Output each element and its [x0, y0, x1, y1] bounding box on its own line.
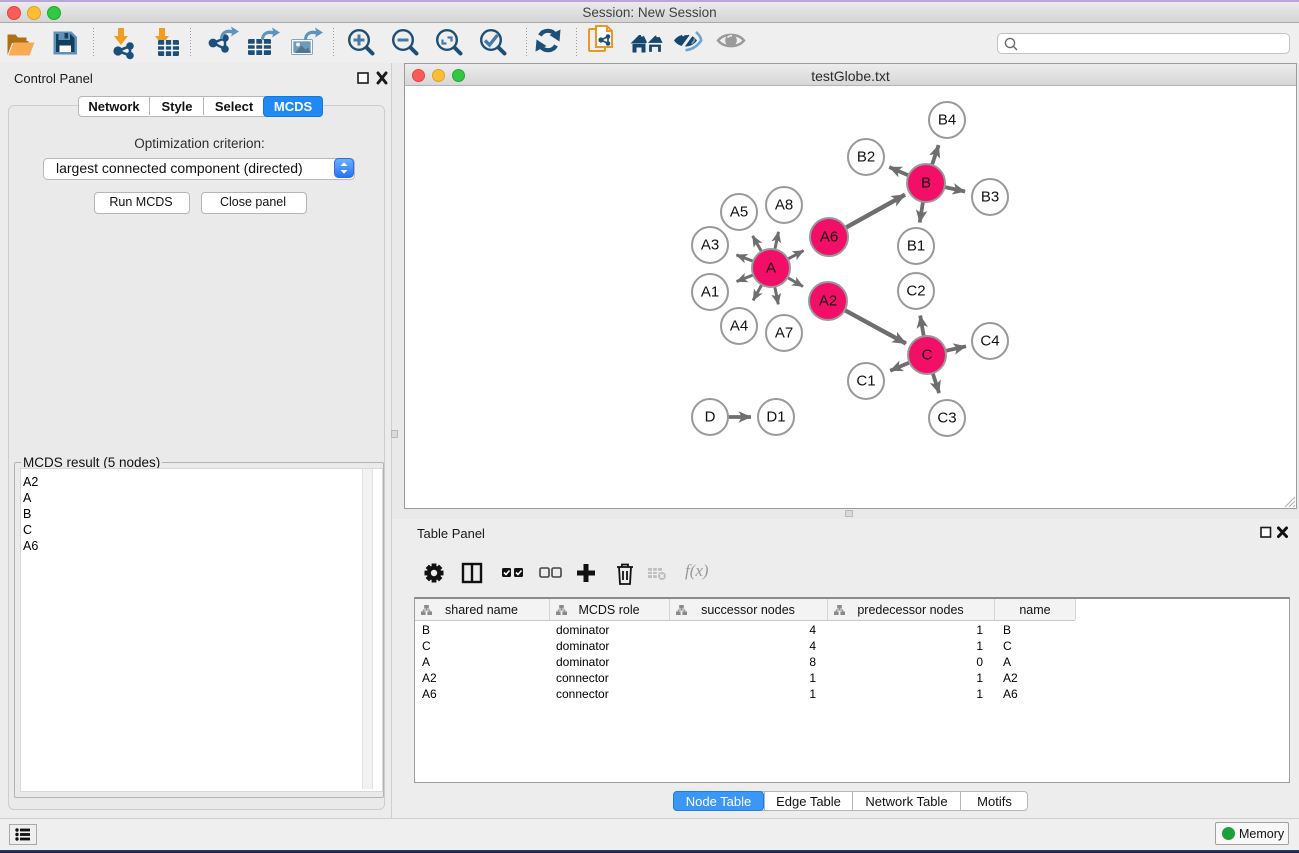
- svg-text:A6: A6: [820, 229, 838, 246]
- svg-text:A7: A7: [775, 325, 793, 342]
- svg-text:A3: A3: [701, 237, 719, 254]
- svg-text:B4: B4: [938, 112, 956, 129]
- svg-text:A5: A5: [730, 204, 748, 221]
- svg-text:C: C: [922, 347, 933, 364]
- svg-text:B2: B2: [857, 149, 875, 166]
- svg-text:C4: C4: [980, 333, 999, 350]
- svg-text:A4: A4: [730, 318, 748, 335]
- svg-text:C3: C3: [937, 410, 956, 427]
- svg-text:A8: A8: [775, 197, 793, 214]
- svg-text:A2: A2: [819, 293, 837, 310]
- svg-text:B: B: [921, 175, 931, 192]
- svg-text:D: D: [705, 409, 716, 426]
- svg-text:A1: A1: [701, 284, 719, 301]
- svg-text:A: A: [766, 260, 776, 277]
- svg-text:B3: B3: [981, 189, 999, 206]
- svg-text:C1: C1: [856, 373, 875, 390]
- svg-text:D1: D1: [766, 409, 785, 426]
- svg-text:C2: C2: [906, 283, 925, 300]
- svg-text:B1: B1: [907, 238, 925, 255]
